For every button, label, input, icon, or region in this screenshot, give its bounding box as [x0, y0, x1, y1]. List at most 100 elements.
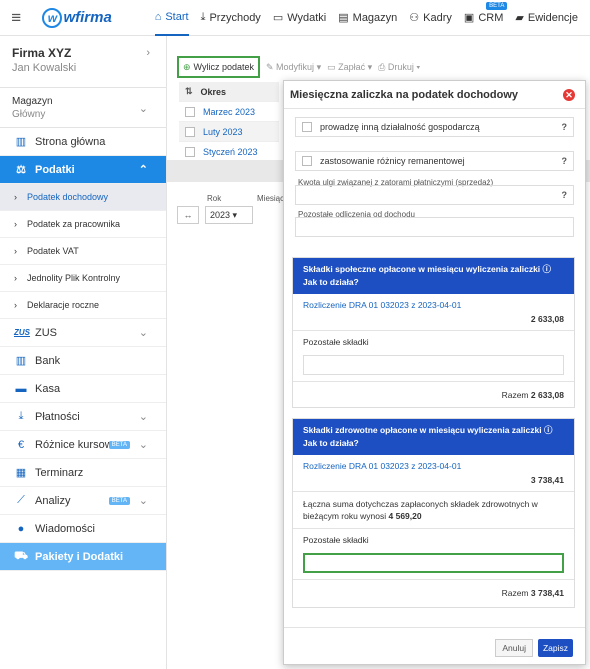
checkbox[interactable]: [302, 156, 312, 166]
company-selector[interactable]: Firma XYZ Jan Kowalski ›: [0, 36, 166, 88]
relief-input[interactable]: ?: [295, 185, 574, 205]
year-select[interactable]: 2023 ▾: [205, 206, 253, 224]
other-contributions-label: Pozostałe składki: [303, 337, 369, 347]
sidebar-item-cash[interactable]: ▬ Kasa: [0, 375, 166, 403]
help-icon[interactable]: ?: [562, 156, 568, 166]
sidebar-item-annual[interactable]: › Deklaracje roczne: [0, 292, 166, 319]
main-nav: ⌂ Start ⤓ Przychody ▭ Wydatki ▤ Magazyn ⚇ Kad…: [154, 0, 590, 36]
period-link[interactable]: Styczeń 2023: [203, 147, 258, 157]
row-checkbox[interactable]: [185, 106, 195, 117]
cart-icon: ⛟: [14, 549, 28, 562]
health-total-value: 4 569,20: [388, 511, 422, 521]
checkbox-label: prowadzę inną działalność gospodarczą: [320, 122, 480, 132]
nav-kadry[interactable]: ⚇ Kadry: [409, 0, 452, 36]
nav-przychody[interactable]: ⤓ Przychody: [201, 0, 261, 36]
sidebar-item-employee-tax[interactable]: › Podatek za pracownika: [0, 211, 166, 238]
nav-label: Wydatki: [287, 11, 327, 24]
sidebar-item-zus[interactable]: ZUS ZUS ⌄: [0, 319, 166, 347]
nav-label: Magazyn: [352, 11, 398, 24]
logo[interactable]: w wfirma: [42, 7, 131, 28]
nav-start[interactable]: ⌂ Start: [154, 0, 189, 36]
sidebar-item-income-tax[interactable]: › Podatek dochodowy: [0, 184, 166, 211]
people-icon: ⚇: [409, 12, 420, 24]
settlement-link[interactable]: Rozliczenie DRA 01 032023 z 2023-04-01: [303, 461, 461, 471]
button-label: Modyfikuj: [276, 61, 315, 72]
sum-value: 2 633,08: [530, 390, 564, 400]
period-link[interactable]: Marzec 2023: [203, 107, 255, 117]
sidebar-item-calendar[interactable]: ▦ Terminarz: [0, 459, 166, 487]
toolbar: ⊕ Wylicz podatek ✎ Modyfikuj ▾ ▭ Zapłać ▾…: [177, 56, 420, 78]
other-deductions-input[interactable]: [295, 217, 574, 237]
table-header: ⇅ Okres: [179, 82, 279, 102]
close-icon[interactable]: ✕: [563, 89, 575, 101]
cancel-button[interactable]: Anuluj: [495, 639, 533, 657]
sidebar-item-label: Bank: [35, 354, 61, 367]
modal-footer: Anuluj Zapisz: [284, 627, 585, 665]
sidebar-item-label: Jednolity Plik Kontrolny: [27, 273, 121, 283]
sum-label: Razem: [501, 588, 529, 598]
table-row[interactable]: Styczeń 2023: [179, 142, 279, 162]
chevron-down-icon: ⌄: [138, 103, 148, 115]
button-label: Zapłać: [338, 61, 366, 72]
nav-magazyn[interactable]: ▤ Magazyn: [338, 0, 397, 36]
sidebar-item-vat[interactable]: › Podatek VAT: [0, 238, 166, 265]
amount: 3 738,41: [530, 475, 564, 485]
modify-button[interactable]: ✎ Modyfikuj ▾: [266, 62, 321, 73]
save-button[interactable]: Zapisz: [537, 639, 573, 657]
sidebar-item-analytics[interactable]: ⟋ Analizy BETA ⌄: [0, 487, 166, 515]
sidebar-item-payments[interactable]: ⤓ Płatności ⌄: [0, 403, 166, 431]
how-it-works-link[interactable]: Jak to działa?: [303, 277, 359, 287]
year-value: 2023: [210, 210, 231, 220]
inventory-difference-checkbox[interactable]: zastosowanie różnicy remanentowej?: [295, 151, 574, 171]
nav-label: Ewidencje: [527, 11, 578, 24]
calendar-icon: ▦: [15, 467, 27, 479]
sidebar-item-messages[interactable]: ● Wiadomości: [0, 515, 166, 543]
sidebar-item-jpk[interactable]: › Jednolity Plik Kontrolny: [0, 265, 166, 292]
sidebar-item-taxes[interactable]: ⚖ Podatki ⌃: [0, 156, 166, 184]
sidebar-item-label: Kasa: [35, 382, 61, 395]
table-row[interactable]: Marzec 2023: [179, 102, 279, 122]
row-checkbox[interactable]: [185, 126, 195, 137]
sidebar-item-label: Płatności: [35, 410, 80, 423]
other-contributions-input[interactable]: [303, 553, 564, 573]
info-icon: ⓘ: [543, 425, 553, 435]
info-icon: ⓘ: [542, 264, 552, 274]
nav-wydatki[interactable]: ▭ Wydatki: [273, 0, 326, 36]
help-icon[interactable]: ?: [562, 122, 568, 132]
warehouse-selector[interactable]: Magazyn Główny ⌄: [0, 88, 166, 128]
row-checkbox[interactable]: [185, 146, 195, 157]
print-button[interactable]: ⎙ Drukuj ▾: [378, 62, 420, 73]
arrow-right-icon: ›: [14, 219, 17, 229]
help-icon[interactable]: ?: [562, 190, 568, 200]
nav-ewidencje[interactable]: ▰ Ewidencje: [515, 0, 578, 36]
other-contributions-input[interactable]: [303, 355, 564, 375]
sidebar-item-label: Podatek VAT: [27, 246, 79, 256]
section-header: Składki społeczne opłacone w miesiącu wy…: [293, 258, 574, 294]
calculate-tax-button[interactable]: ⊕ Wylicz podatek: [177, 56, 260, 78]
pay-button[interactable]: ▭ Zapłać ▾: [327, 62, 372, 73]
settlement-link[interactable]: Rozliczenie DRA 01 032023 z 2023-04-01: [303, 300, 461, 310]
beta-badge: BETA: [486, 1, 508, 10]
year-label: Rok: [207, 194, 222, 203]
period-link[interactable]: Luty 2023: [203, 127, 243, 137]
hamburger-menu-icon[interactable]: ≡: [0, 8, 32, 28]
nav-label: Kadry: [423, 11, 452, 24]
sidebar-item-fx[interactable]: € Różnice kursowe BETA ⌄: [0, 431, 166, 459]
other-business-checkbox[interactable]: prowadzę inną działalność gospodarczą?: [295, 117, 574, 137]
sidebar-item-packages[interactable]: ⛟ Pakiety i Dodatki: [0, 543, 166, 571]
table-row[interactable]: Luty 2023: [179, 122, 279, 142]
chat-icon: ●: [17, 522, 25, 535]
crm-icon: ▣: [463, 12, 475, 24]
sidebar-item-bank[interactable]: ▥ Bank: [0, 347, 166, 375]
sort-icon[interactable]: ⇅: [185, 86, 193, 97]
other-contributions-row: Pozostałe składki: [293, 529, 574, 580]
tax-advance-modal: Miesięczna zaliczka na podatek dochodowy…: [283, 80, 586, 665]
expand-icon[interactable]: ↔: [177, 206, 199, 224]
sidebar: Firma XYZ Jan Kowalski › Magazyn Główny …: [0, 36, 167, 669]
sidebar-item-home[interactable]: ▥ Strona główna: [0, 128, 166, 156]
how-it-works-link[interactable]: Jak to działa?: [303, 438, 359, 448]
nav-crm[interactable]: ▣ CRM BETA: [463, 0, 508, 36]
checkbox[interactable]: [302, 122, 312, 132]
health-contributions-section: Składki zdrowotne opłacone w miesiącu wy…: [292, 418, 575, 608]
sidebar-item-label: Podatek dochodowy: [27, 192, 109, 202]
